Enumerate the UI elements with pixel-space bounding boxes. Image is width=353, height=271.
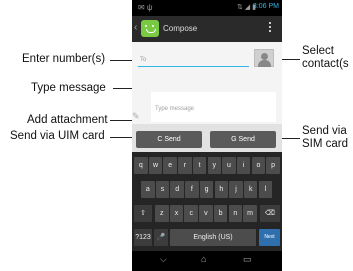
key-n[interactable]: n [228,205,243,222]
page-title: Compose [163,24,198,33]
callout-select-contacts-2: contact(s [302,58,349,70]
action-bar: ‹ Compose [132,16,282,42]
home-nav-icon[interactable]: ⌂ [201,254,206,264]
back-nav-icon[interactable]: ⌵ [160,254,167,265]
key-g[interactable]: g [199,181,214,198]
key-u[interactable]: u [222,157,236,174]
recent-apps-icon[interactable]: ▭ [243,254,252,265]
send-bar: C Send G Send [132,124,282,152]
callout-send-uim: Send via UIM card [10,130,105,142]
key-t[interactable]: t [192,157,207,174]
key-h[interactable]: h [214,181,229,198]
key-k[interactable]: k [243,181,258,198]
mic-icon[interactable]: 🎤 [154,229,168,246]
shift-key[interactable]: ⇧ [134,205,152,222]
callout-enter-numbers: Enter number(s) [22,53,106,65]
recipient-input[interactable]: To [138,51,249,67]
back-chevron-icon[interactable]: ‹ [134,22,137,33]
g-send-button[interactable]: G Send [210,131,276,148]
next-key[interactable]: Next [259,229,280,246]
phone-screen: ✉ ψ ⇅ ◢ ▮ 3:06 PM ‹ Compose To ✎ Type me… [132,0,282,271]
key-w[interactable]: w [148,157,163,174]
compose-area: To ✎ Type message [132,42,282,124]
notification-icons: ✉ ψ [138,3,153,12]
key-s[interactable]: s [155,181,170,198]
messaging-app-icon[interactable] [141,20,159,37]
key-x[interactable]: x [169,205,184,222]
paperclip-icon[interactable]: ✎ [132,111,142,121]
key-e[interactable]: e [163,157,177,174]
key-i[interactable]: i [236,157,251,174]
select-contacts-button[interactable] [254,49,274,67]
key-r[interactable]: r [178,157,192,174]
symbols-key[interactable]: ?123 [134,229,152,246]
key-z[interactable]: z [155,205,169,222]
keyboard: q w e r t y u i o p a s d f g h j k l ⇧ z x c v b n m ⌫ ?123 🎤 English… [132,152,282,251]
key-b[interactable]: b [213,205,228,222]
key-p[interactable]: p [266,157,280,174]
status-time: 3:06 PM [252,3,279,10]
callout-send-sim-1: Send via [302,125,347,137]
callout-type-message: Type message [31,82,106,94]
contact-person-icon [261,53,268,60]
key-y[interactable]: y [207,157,222,174]
c-send-button[interactable]: C Send [136,131,202,148]
navigation-bar: ⌵ ⌂ ▭ [132,251,282,271]
callout-send-sim-2: SIM card [302,138,349,150]
key-m[interactable]: m [243,205,257,222]
key-q[interactable]: q [134,157,148,174]
overflow-menu-icon[interactable] [269,22,272,34]
key-c[interactable]: c [184,205,198,222]
key-a[interactable]: a [141,181,155,198]
delete-key[interactable]: ⌫ [260,205,280,222]
key-f[interactable]: f [185,181,199,198]
status-bar: ✉ ψ ⇅ ◢ ▮ 3:06 PM [132,0,282,16]
key-j[interactable]: j [229,181,243,198]
key-l[interactable]: l [258,181,273,198]
key-v[interactable]: v [199,205,213,222]
callout-select-contacts-1: Select [302,45,334,57]
key-d[interactable]: d [170,181,184,198]
key-o[interactable]: o [251,157,266,174]
message-input[interactable]: Type message [151,92,276,122]
callout-add-attachment: Add attachment [27,114,108,126]
space-key[interactable]: English (US) [170,229,256,246]
